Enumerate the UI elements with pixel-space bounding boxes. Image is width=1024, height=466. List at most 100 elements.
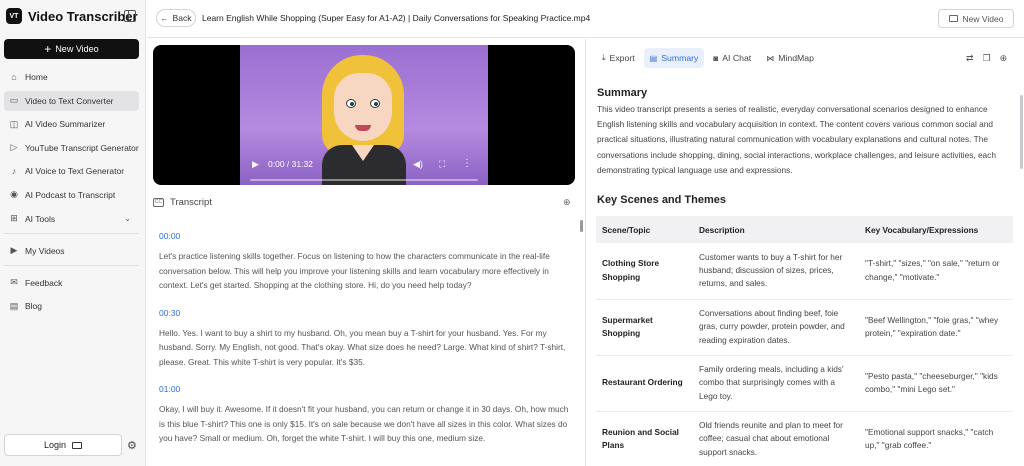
sidebar-item-blog[interactable]: ▤ Blog	[4, 296, 139, 316]
segment-timestamp[interactable]: 00:30	[159, 308, 569, 318]
microphone-icon: ♪	[11, 166, 17, 177]
themes-title: Key Scenes and Themes	[597, 194, 727, 206]
table-row: Reunion and Social Plans Old friends reu…	[596, 411, 1013, 466]
sidebar-item-youtube-transcript[interactable]: ▷ YouTube Transcript Generator	[4, 138, 139, 158]
mindmap-icon: ⋈	[766, 53, 775, 63]
tab-label: MindMap	[778, 53, 814, 63]
transcript-segment[interactable]: 00:00 Let's practice listening skills to…	[159, 231, 569, 293]
transcript-title: Transcript	[170, 197, 212, 208]
sidebar-item-label: AI Tools	[25, 213, 56, 224]
sidebar-item-label: Home	[25, 72, 48, 82]
file-title: Learn English While Shopping (Super Easy…	[202, 13, 591, 23]
topbar-new-video-button[interactable]: New Video	[938, 9, 1014, 28]
tab-ai-chat[interactable]: ◙ AI Chat	[707, 48, 757, 68]
right-pane: ⤓ Export ▤ Summary ◙ AI Chat ⋈ MindMap ⇄…	[586, 39, 1024, 466]
translate-icon[interactable]: ⊕	[563, 197, 571, 208]
sidebar-item-home[interactable]: ⌂ Home	[4, 67, 139, 87]
sidebar-item-my-videos[interactable]: ▶ My Videos	[4, 241, 139, 261]
fullscreen-icon[interactable]: ⛶	[439, 159, 445, 170]
table-cell: "Beef Wellington," "foie gras," "whey pr…	[859, 299, 1013, 356]
ai-chat-icon: ◙	[713, 53, 719, 63]
blog-icon: ▤	[9, 300, 19, 311]
sidebar-item-label: Blog	[25, 301, 43, 312]
podcast-icon: ◉	[10, 189, 18, 200]
segment-text: Let's practice listening skills together…	[159, 251, 550, 290]
table-cell: Supermarket Shopping	[596, 299, 693, 356]
export-icon: ⤓	[602, 53, 606, 62]
brand[interactable]: VT Video Transcriber	[6, 8, 138, 24]
app-name: Video Transcriber	[28, 8, 138, 24]
table-cell: Family ordering meals, including a kids'…	[693, 355, 859, 412]
tab-bar: ⤓ Export ▤ Summary ◙ AI Chat ⋈ MindMap	[596, 48, 823, 68]
volume-icon[interactable]: ◀)	[413, 159, 423, 170]
translate-icon[interactable]: ⊕	[1000, 53, 1008, 64]
transcript-segment[interactable]: 00:30 Hello. Yes. I want to buy a shirt …	[159, 308, 569, 370]
column-header: Description	[693, 216, 859, 243]
video-player[interactable]: ▶ 0:00 / 31:32 ◀) ⛶ ⋮	[153, 45, 575, 185]
sidebar-item-ai-video-summarizer[interactable]: ◫ AI Video Summarizer	[4, 114, 139, 134]
topbar: ← Back Learn English While Shopping (Sup…	[147, 0, 1024, 38]
sidebar-item-ai-voice-to-text[interactable]: ♪ AI Voice to Text Generator	[4, 161, 139, 181]
transcript-segment[interactable]: 01:00 Okay, I will buy it. Awesome. If i…	[159, 384, 569, 446]
back-label: Back	[172, 13, 192, 23]
mail-icon	[72, 441, 83, 449]
video-time: 0:00 / 31:32	[268, 159, 313, 169]
sidebar-collapse-icon[interactable]	[124, 10, 136, 22]
tab-summary[interactable]: ▤ Summary	[643, 48, 705, 68]
regenerate-icon[interactable]: ⇄	[966, 53, 974, 64]
feedback-icon: ✉	[10, 277, 18, 288]
video-progress-bar[interactable]	[250, 179, 478, 181]
themes-table: Scene/Topic Description Key Vocabulary/E…	[596, 216, 1013, 466]
sidebar-item-label: Feedback	[25, 277, 63, 288]
home-icon: ⌂	[11, 72, 17, 82]
tab-label: AI Chat	[722, 53, 752, 63]
chevron-down-icon: ⌄	[124, 213, 131, 223]
tab-label: Summary	[661, 53, 699, 63]
transcript-header: CC Transcript	[153, 197, 212, 208]
new-video-label: New Video	[962, 13, 1004, 24]
plus-icon: +	[44, 42, 52, 56]
arrow-left-icon: ←	[160, 13, 169, 23]
youtube-icon: ▷	[10, 142, 18, 153]
summary-scrollbar[interactable]	[1020, 95, 1023, 169]
table-cell: "Emotional support snacks," "catch up," …	[859, 411, 1013, 466]
transcript-scrollbar[interactable]	[580, 220, 583, 232]
table-header-row: Scene/Topic Description Key Vocabulary/E…	[596, 216, 1013, 243]
back-button[interactable]: ← Back	[156, 9, 196, 27]
table-cell: "Pesto pasta," "cheeseburger," "kids com…	[859, 355, 1013, 412]
tab-mindmap[interactable]: ⋈ MindMap	[760, 48, 820, 68]
left-pane: ▶ 0:00 / 31:32 ◀) ⛶ ⋮ CC Transcript ⊕ 00…	[147, 39, 584, 466]
sidebar-item-ai-podcast[interactable]: ◉ AI Podcast to Transcript	[4, 185, 139, 205]
play-icon[interactable]: ▶	[252, 159, 259, 170]
sidebar-item-feedback[interactable]: ✉ Feedback	[4, 273, 139, 293]
table-cell: Customer wants to buy a T-shirt for her …	[693, 243, 859, 300]
table-cell: Old friends reunite and plan to meet for…	[693, 411, 859, 466]
table-cell: "T-shirt," "sizes," "on sale," "return o…	[859, 243, 1013, 300]
sidebar-item-video-to-text[interactable]: ▭ Video to Text Converter	[4, 90, 139, 111]
sidebar-item-label: AI Voice to Text Generator	[25, 166, 125, 177]
video-icon: ▭	[9, 95, 19, 106]
table-row: Restaurant Ordering Family ordering meal…	[596, 355, 1013, 412]
transcript-segments: 00:00 Let's practice listening skills to…	[159, 231, 569, 461]
sidebar-item-label: Video to Text Converter	[25, 95, 114, 106]
more-options-icon[interactable]: ⋮	[462, 158, 472, 169]
tab-label: Export	[609, 53, 635, 63]
table-row: Clothing Store Shopping Customer wants t…	[596, 243, 1013, 300]
sidebar-item-label: AI Video Summarizer	[25, 119, 106, 130]
tab-export[interactable]: ⤓ Export	[596, 48, 641, 68]
avatar-eye	[346, 99, 356, 108]
login-button[interactable]: Login	[4, 434, 122, 456]
segment-timestamp[interactable]: 01:00	[159, 384, 569, 394]
summary-icon: ▤	[649, 53, 658, 63]
new-video-button[interactable]: + New Video	[4, 39, 139, 59]
segment-timestamp[interactable]: 00:00	[159, 231, 569, 241]
sidebar-item-label: AI Podcast to Transcript	[25, 189, 116, 200]
divider	[4, 264, 139, 266]
my-videos-icon: ▶	[10, 245, 18, 256]
summary-tools: ⇄ ❐ ⊕	[966, 53, 1016, 64]
video-controls: ▶ 0:00 / 31:32 ◀) ⛶ ⋮	[240, 155, 488, 185]
sidebar-item-ai-tools[interactable]: ⊞ AI Tools ⌄	[4, 209, 139, 229]
copy-icon[interactable]: ❐	[983, 53, 991, 64]
settings-icon[interactable]: ⚙	[127, 439, 137, 452]
sidebar: VT Video Transcriber + New Video ⌂ Home …	[0, 0, 146, 466]
